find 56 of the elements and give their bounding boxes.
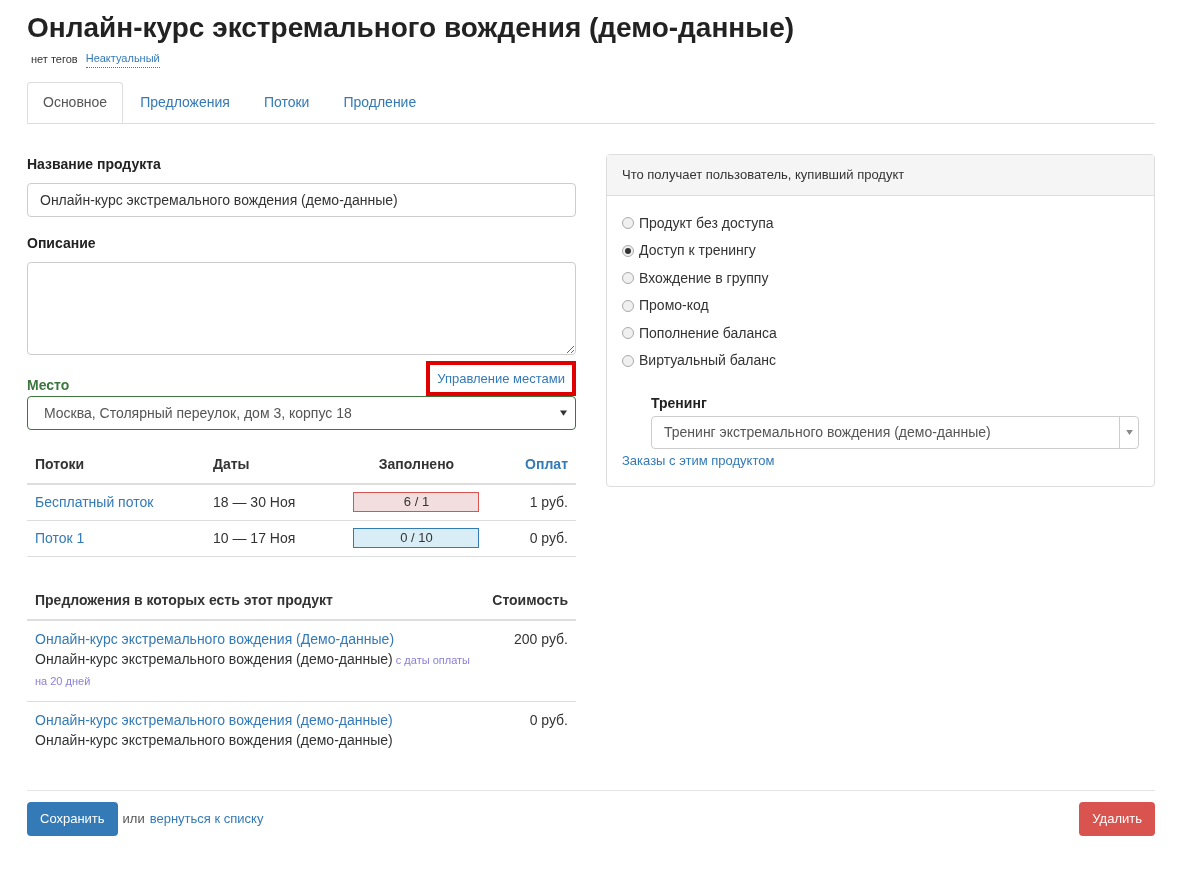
capacity-badge: 6 / 1 [353,492,480,513]
dates-cell: 18 — 30 Ноя [213,493,296,510]
field-label: Название продукта [27,154,162,174]
field-label: Место [27,376,70,395]
place-select[interactable]: Москва, Столярный переулок, дом 3, корпус 18 [27,396,576,430]
column-header: Заполнено [378,456,455,472]
panel-header: Что получает пользователь, купивший продукт [607,154,1154,196]
radio-button[interactable] [622,272,634,285]
status-link[interactable]: Неактуальный [85,50,160,68]
dates-cell: 10 — 17 Ноя [213,529,296,546]
save-button[interactable]: Сохранить [27,802,118,836]
radio-label: Доступ к тренингу [639,241,756,261]
tab[interactable]: Продление [326,81,434,123]
price-cell-text: 0 руб. [529,710,568,730]
payment-cell: 0 руб. [529,529,568,546]
field-label: Описание [27,233,97,253]
stream-link[interactable]: Бесплатный поток [35,493,154,510]
delete-button[interactable]: Удалить [1079,802,1155,836]
tab[interactable]: Предложения [123,81,247,123]
payment-cell: 1 руб. [529,493,568,510]
back-link[interactable]: вернуться к списку [149,809,264,829]
radio-label: Продукт без доступа [639,213,774,233]
tags-label: нет тегов [31,51,78,67]
radio-label: Вхождение в группу [639,268,769,288]
capacity-badge: 0 / 10 [353,528,480,548]
manage-places-link[interactable]: Управление местами [426,360,576,396]
radio-label: Пополнение баланса [639,323,777,343]
column-header: Стоимость [492,591,568,610]
tab[interactable]: Основное [27,81,124,123]
page-title: Онлайн-курс экстремального вождения (демо-данные) [27,11,796,45]
stream-link[interactable]: Поток 1 [35,529,85,546]
orders-link[interactable]: Заказы с этим продуктом [622,450,1139,470]
field-label: Тренинг [651,393,708,413]
radio-label: Промо-код [639,296,709,316]
offer-description: Онлайн-курс экстремального вождения (демо-данные) [35,730,394,750]
training-select[interactable]: Тренинг экстремального вождения (демо-данные) [651,415,1139,449]
radio-button[interactable] [622,299,634,312]
radio-button[interactable] [622,327,634,340]
or-text: или [122,810,145,829]
radio-button[interactable] [622,244,634,257]
radio-button[interactable] [622,354,634,367]
product-name-field[interactable]: Онлайн-курс экстремального вождения (демо-данные) [27,182,576,217]
offer-link[interactable]: Онлайн-курс экстремального вождения (Демо-данные) [35,628,485,649]
column-header: Потоки [35,456,85,472]
radio-label: Виртуальный баланс [639,351,776,371]
column-header: Оплат [525,456,568,472]
offer-description: Онлайн-курс экстремального вождения (демо-данные) с даты оплаты на 20 дней [35,649,471,689]
column-header: Даты [213,456,250,472]
column-header: Предложения в которых есть этот продукт [35,591,333,610]
caret-icon [560,410,567,416]
radio-button[interactable] [622,217,634,230]
caret-icon [1125,429,1133,435]
offer-link[interactable]: Онлайн-курс экстремального вождения (демо-данные) [35,709,485,730]
description-field[interactable] [27,261,576,355]
tab[interactable]: Потоки [246,81,327,123]
price-cell-text: 200 руб. [514,629,568,649]
